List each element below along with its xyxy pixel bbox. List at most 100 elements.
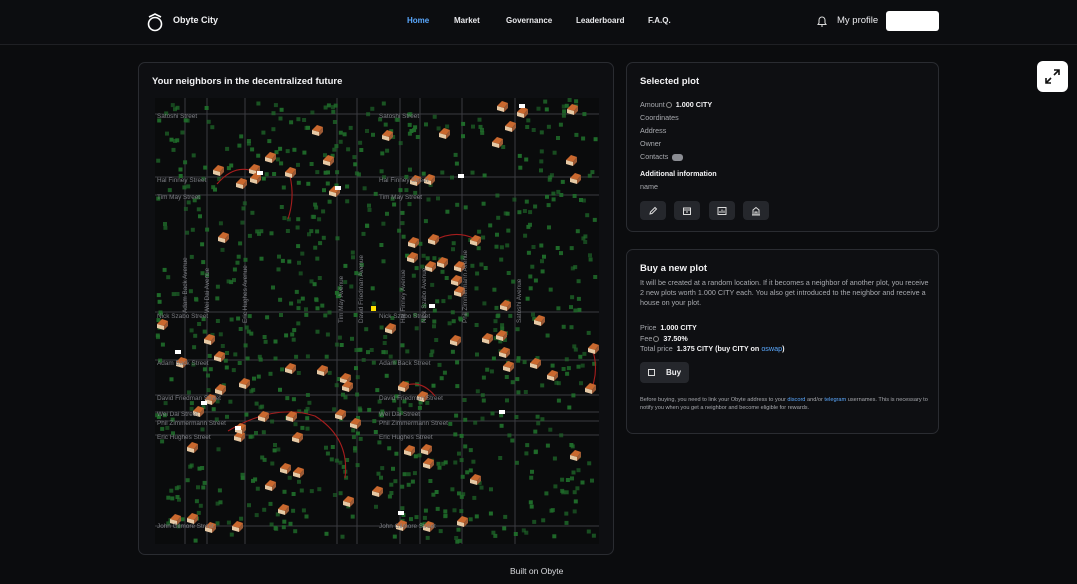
- plot: [549, 508, 554, 513]
- house-icon[interactable]: [232, 521, 243, 532]
- plot: [567, 405, 572, 410]
- nav-leaderboard[interactable]: Leaderboard: [576, 16, 624, 25]
- house-icon[interactable]: [421, 444, 432, 455]
- oswap-link[interactable]: oswap: [761, 344, 782, 353]
- edit-button[interactable]: [640, 201, 666, 220]
- plot: [321, 209, 326, 214]
- house-icon[interactable]: [293, 467, 304, 478]
- obyte-logo-icon[interactable]: [146, 12, 164, 32]
- discord-link[interactable]: discord: [787, 397, 805, 403]
- city-map-canvas[interactable]: Satoshi Street Hal Finney Street Tim May S…: [155, 98, 599, 544]
- house-icon[interactable]: [372, 486, 383, 497]
- bell-icon[interactable]: [816, 15, 828, 28]
- house-icon[interactable]: [451, 275, 462, 286]
- plot: [450, 310, 455, 315]
- house-icon[interactable]: [499, 347, 510, 358]
- house-icon[interactable]: [286, 411, 297, 422]
- house-icon[interactable]: [588, 343, 599, 354]
- plot: [315, 256, 320, 261]
- house-icon[interactable]: [404, 445, 415, 456]
- house-icon[interactable]: [285, 167, 296, 178]
- telegram-link[interactable]: telegram: [824, 397, 846, 403]
- house-icon[interactable]: [382, 130, 393, 141]
- house-icon[interactable]: [317, 365, 328, 376]
- house-icon[interactable]: [482, 333, 493, 344]
- plot: [160, 426, 165, 431]
- plot: [479, 485, 484, 490]
- house-icon[interactable]: [285, 363, 296, 374]
- house-icon[interactable]: [570, 173, 581, 184]
- house-icon[interactable]: [215, 384, 226, 395]
- house-icon[interactable]: [470, 235, 481, 246]
- brand-name[interactable]: Obyte City: [173, 15, 218, 25]
- plot: [389, 491, 394, 495]
- login-button[interactable]: [886, 11, 939, 31]
- fullscreen-button[interactable]: [1037, 61, 1068, 92]
- buy-button[interactable]: Buy: [640, 362, 689, 383]
- discord-icon[interactable]: [672, 153, 684, 161]
- house-icon[interactable]: [265, 152, 276, 163]
- house-button[interactable]: [743, 201, 769, 220]
- house-icon[interactable]: [497, 101, 508, 112]
- house-icon[interactable]: [450, 335, 461, 346]
- house-icon[interactable]: [457, 516, 468, 527]
- buy-plot-title: Buy a new plot: [640, 263, 708, 274]
- plot: [289, 120, 294, 125]
- plot: [385, 211, 389, 216]
- house-icon[interactable]: [213, 165, 224, 176]
- my-profile-link[interactable]: My profile: [837, 15, 878, 26]
- house-icon[interactable]: [428, 234, 439, 245]
- chart-button[interactable]: [709, 201, 735, 220]
- plot: [276, 447, 281, 452]
- plot: [564, 490, 569, 495]
- nav-faq[interactable]: F.A.Q.: [648, 16, 671, 25]
- plot: [157, 299, 162, 304]
- house-icon[interactable]: [547, 370, 558, 381]
- city-map[interactable]: Satoshi Street Hal Finney Street Tim May S…: [155, 98, 599, 544]
- house-icon[interactable]: [385, 323, 396, 334]
- archive-button[interactable]: [674, 201, 700, 220]
- house-icon[interactable]: [566, 155, 577, 166]
- house-icon[interactable]: [423, 458, 434, 469]
- house-icon[interactable]: [239, 378, 250, 389]
- plot: [480, 393, 485, 398]
- house-icon[interactable]: [278, 504, 289, 515]
- house-icon[interactable]: [292, 432, 303, 443]
- house-icon[interactable]: [350, 418, 361, 429]
- nav-market[interactable]: Market: [454, 16, 480, 25]
- avenue-label: Adam Back Avenue: [182, 257, 189, 313]
- plot: [417, 405, 422, 410]
- plot: [483, 266, 488, 270]
- house-icon[interactable]: [408, 237, 419, 248]
- house-icon[interactable]: [258, 411, 269, 422]
- house-icon[interactable]: [505, 121, 516, 132]
- house-icon[interactable]: [204, 334, 215, 345]
- house-icon[interactable]: [312, 125, 323, 136]
- plot: [170, 496, 175, 501]
- house-icon[interactable]: [517, 107, 528, 118]
- house-icon[interactable]: [407, 252, 418, 263]
- fee-info-icon[interactable]: [653, 335, 660, 342]
- house-icon[interactable]: [343, 496, 354, 507]
- plot: [249, 389, 254, 394]
- house-icon[interactable]: [280, 463, 291, 474]
- plot: [517, 153, 522, 158]
- house-icon[interactable]: [187, 442, 198, 453]
- nav-home[interactable]: Home: [407, 16, 429, 25]
- house-icon[interactable]: [570, 450, 581, 461]
- plot: [524, 530, 529, 535]
- house-icon[interactable]: [439, 128, 450, 139]
- house-icon[interactable]: [503, 361, 514, 372]
- house-icon[interactable]: [218, 232, 229, 243]
- plot: [545, 443, 550, 448]
- plot: [576, 468, 581, 473]
- house-icon[interactable]: [500, 300, 511, 311]
- info-icon[interactable]: [665, 101, 672, 108]
- plot: [432, 114, 437, 119]
- house-icon[interactable]: [265, 480, 276, 491]
- house-icon[interactable]: [534, 315, 545, 326]
- house-icon[interactable]: [585, 383, 596, 394]
- plot: [229, 317, 234, 322]
- nav-governance[interactable]: Governance: [506, 16, 552, 25]
- plot: [207, 353, 212, 358]
